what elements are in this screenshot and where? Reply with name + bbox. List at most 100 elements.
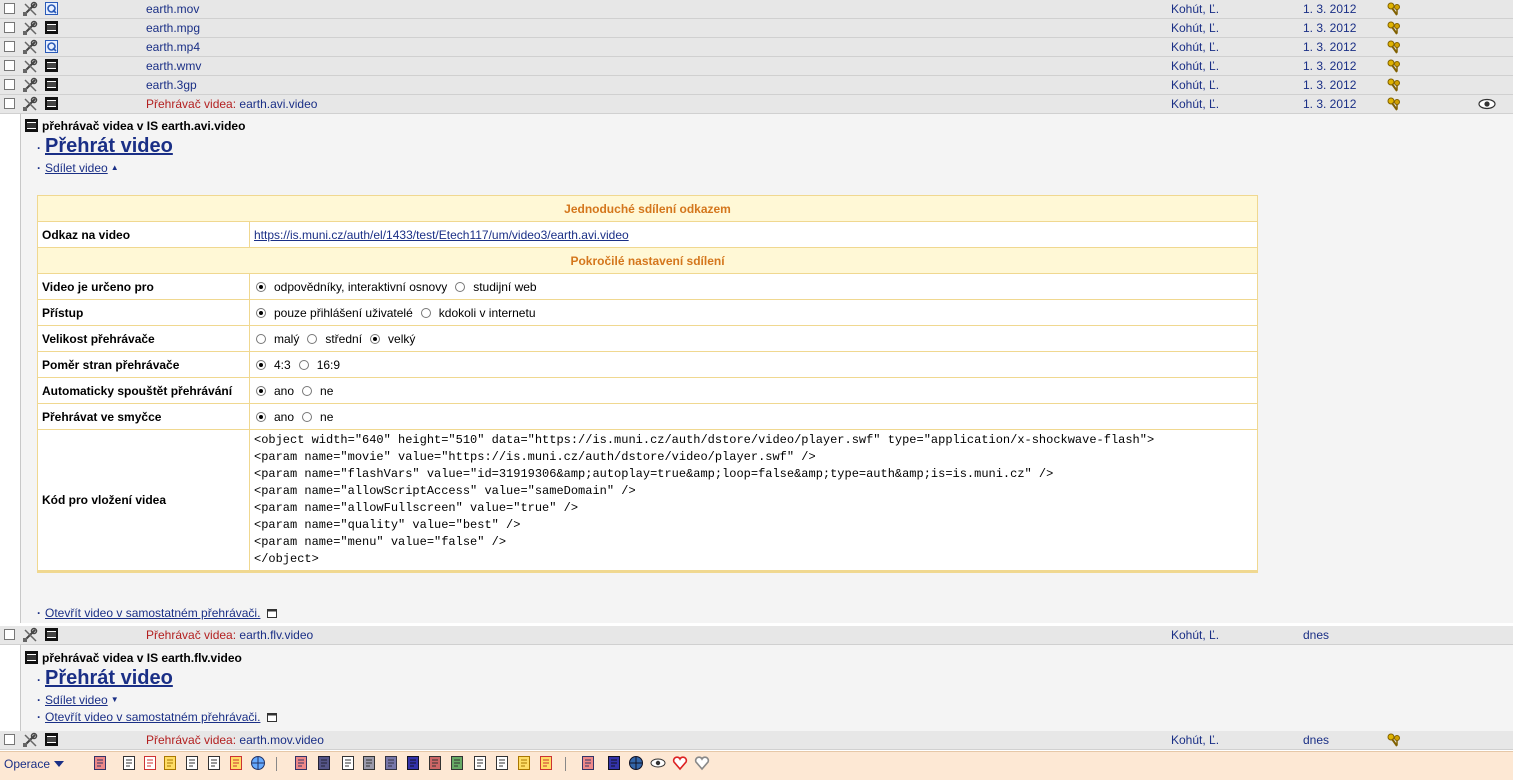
row-checkbox[interactable] xyxy=(4,629,15,640)
tools-icon[interactable] xyxy=(22,96,38,112)
paste-icon[interactable] xyxy=(516,755,532,771)
radio-button[interactable] xyxy=(298,359,309,370)
radio-button[interactable] xyxy=(370,333,381,344)
radio-button[interactable] xyxy=(256,359,266,370)
row-checkbox[interactable] xyxy=(4,22,15,33)
duplicate-icon[interactable] xyxy=(206,755,222,771)
keys-icon[interactable] xyxy=(1386,58,1402,74)
open-standalone-link[interactable]: Otevřít video v samostatném přehrávači. xyxy=(45,606,260,620)
row-checkbox[interactable] xyxy=(4,79,15,90)
copy-icon[interactable] xyxy=(184,755,200,771)
tools-icon[interactable] xyxy=(22,20,38,36)
new-folder-icon[interactable] xyxy=(162,755,178,771)
file-row[interactable]: Přehrávač videa: earth.avi.video Kohút, Ľ… xyxy=(0,95,1513,114)
author-link[interactable]: Kohút, Ľ. xyxy=(1171,2,1219,16)
new-window-icon[interactable] xyxy=(266,609,277,618)
radio-label[interactable]: 16:9 xyxy=(317,358,340,372)
author-link[interactable]: Kohút, Ľ. xyxy=(1171,40,1219,54)
lock-icon[interactable] xyxy=(405,755,421,771)
move-doc-icon[interactable] xyxy=(494,755,510,771)
new-window-icon[interactable] xyxy=(266,713,277,722)
author-link[interactable]: Kohút, Ľ. xyxy=(1171,59,1219,73)
file-name[interactable]: earth.wmv xyxy=(146,59,201,73)
author-link[interactable]: Kohút, Ľ. xyxy=(1171,78,1219,92)
file-row[interactable]: earth.mpg Kohút, Ľ. 1. 3. 2012 xyxy=(0,19,1513,38)
upload-icon[interactable] xyxy=(228,755,244,771)
keys-icon[interactable] xyxy=(1386,732,1402,748)
radio-button[interactable] xyxy=(455,281,466,292)
radio-button[interactable] xyxy=(302,411,313,422)
play-video-link[interactable]: Přehrát video xyxy=(45,667,173,689)
radio-button[interactable] xyxy=(420,307,431,318)
tools-icon[interactable] xyxy=(22,732,38,748)
radio-label[interactable]: 4:3 xyxy=(274,358,291,372)
new-doc-red-icon[interactable] xyxy=(142,755,158,771)
radio-label[interactable]: střední xyxy=(325,332,362,346)
file-row[interactable]: Přehrávač videa: earth.mov.video Kohút, Ľ… xyxy=(0,731,1513,750)
radio-label[interactable]: odpovědníky, interaktivní osnovy xyxy=(274,280,447,294)
radio-label[interactable]: ne xyxy=(320,384,333,398)
author-link[interactable]: Kohút, Ľ. xyxy=(1171,21,1219,35)
radio-button[interactable] xyxy=(256,307,266,318)
radio-button[interactable] xyxy=(256,333,266,344)
tools-icon[interactable] xyxy=(22,1,38,17)
globe-icon[interactable] xyxy=(250,755,266,771)
share-video-link[interactable]: Sdílet video xyxy=(45,693,108,707)
file-row[interactable]: earth.3gp Kohút, Ľ. 1. 3. 2012 xyxy=(0,76,1513,95)
settings-icon[interactable] xyxy=(361,755,377,771)
radio-label[interactable]: ne xyxy=(320,410,333,424)
edit-doc-icon[interactable] xyxy=(340,755,356,771)
tools-icon[interactable] xyxy=(22,77,38,93)
file-name[interactable]: earth.3gp xyxy=(146,78,197,92)
radio-button[interactable] xyxy=(256,411,266,422)
row-checkbox[interactable] xyxy=(4,3,15,14)
radio-label[interactable]: malý xyxy=(274,332,299,346)
alarm-icon[interactable] xyxy=(628,755,644,771)
file-row[interactable]: earth.mov Kohút, Ľ. 1. 3. 2012 xyxy=(0,0,1513,19)
file-row[interactable]: earth.mp4 Kohút, Ľ. 1. 3. 2012 xyxy=(0,38,1513,57)
select-box-icon[interactable] xyxy=(293,755,309,771)
row-checkbox[interactable] xyxy=(4,41,15,52)
file-name[interactable]: earth.mov xyxy=(146,2,199,16)
file-name[interactable]: Přehrávač videa: earth.flv.video xyxy=(146,628,313,642)
tools-icon[interactable] xyxy=(22,58,38,74)
chevron-down-icon[interactable] xyxy=(54,761,65,767)
ticket-icon[interactable] xyxy=(449,755,465,771)
row-checkbox[interactable] xyxy=(4,734,15,745)
file-name[interactable]: Přehrávač videa: earth.mov.video xyxy=(146,733,324,747)
keys-icon[interactable] xyxy=(1386,77,1402,93)
mask-icon[interactable] xyxy=(427,755,443,771)
copy-doc-icon[interactable] xyxy=(472,755,488,771)
keys-icon[interactable] xyxy=(1386,39,1402,55)
file-name[interactable]: earth.mp4 xyxy=(146,40,200,54)
radio-label[interactable]: ano xyxy=(274,384,294,398)
radio-label[interactable]: pouze přihlášení uživatelé xyxy=(274,306,413,320)
operations-menu[interactable]: Operace xyxy=(4,757,65,771)
gear-icon[interactable] xyxy=(383,755,399,771)
file-name[interactable]: Přehrávač videa: earth.avi.video xyxy=(146,97,317,111)
radio-button[interactable] xyxy=(302,385,313,396)
eye-icon[interactable] xyxy=(1478,97,1496,111)
radio-label[interactable]: ano xyxy=(274,410,294,424)
keys-icon[interactable] xyxy=(1386,1,1402,17)
keys-icon[interactable] xyxy=(1386,20,1402,36)
trash-icon[interactable] xyxy=(316,755,332,771)
author-link[interactable]: Kohút, Ľ. xyxy=(1171,97,1219,111)
radio-label[interactable]: velký xyxy=(388,332,415,346)
radio-button[interactable] xyxy=(307,333,318,344)
radio-label[interactable]: studijní web xyxy=(473,280,536,294)
tools-icon[interactable] xyxy=(22,39,38,55)
eye-icon[interactable] xyxy=(650,755,666,771)
caret-up-icon[interactable]: ▲ xyxy=(111,163,119,172)
open-standalone-link[interactable]: Otevřít video v samostatném přehrávači. xyxy=(45,710,260,724)
radio-button[interactable] xyxy=(256,385,266,396)
author-link[interactable]: Kohút, Ľ. xyxy=(1171,628,1219,642)
radio-label[interactable]: kdokoli v internetu xyxy=(439,306,536,320)
broken-heart-icon[interactable] xyxy=(694,755,710,771)
file-name[interactable]: earth.mpg xyxy=(146,21,200,35)
embed-code[interactable]: <object width="640" height="510" data="h… xyxy=(254,430,1253,570)
file-row[interactable]: Přehrávač videa: earth.flv.video Kohút, Ľ… xyxy=(0,626,1513,645)
tools-icon[interactable] xyxy=(22,627,38,643)
video-link[interactable]: https://is.muni.cz/auth/el/1433/test/Ete… xyxy=(254,228,629,242)
share-video-link[interactable]: Sdílet video xyxy=(45,161,108,175)
